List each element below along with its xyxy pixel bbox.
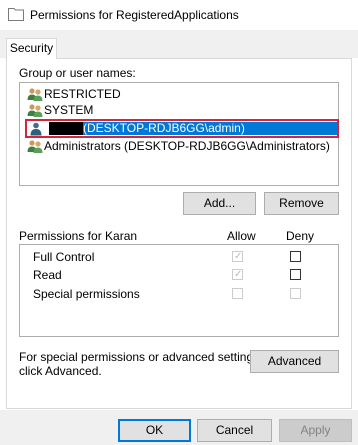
check-icon: ✓ xyxy=(234,251,243,262)
deny-checkbox-read[interactable] xyxy=(290,269,301,280)
user-name: (DESKTOP-RDJB6GG\admin) xyxy=(83,121,245,135)
user-list[interactable]: RESTRICTED SYSTEM (DESKTOP-RDJB6GG\admin… xyxy=(19,82,339,186)
redacted-name xyxy=(49,122,83,135)
deny-checkbox-full-control[interactable] xyxy=(290,251,301,262)
advanced-note-line2: click Advanced. xyxy=(19,364,102,378)
window-title: Permissions for RegisteredApplications xyxy=(30,8,239,22)
tab-security[interactable]: Security xyxy=(6,38,57,59)
advanced-note-line1: For special permissions or advanced sett… xyxy=(19,350,263,364)
allow-checkbox-full-control: ✓ xyxy=(232,251,243,262)
remove-button[interactable]: Remove xyxy=(264,192,339,215)
cancel-button[interactable]: Cancel xyxy=(197,419,272,442)
list-item-admin-selected[interactable]: (DESKTOP-RDJB6GG\admin) xyxy=(25,119,339,138)
folder-icon xyxy=(8,8,24,21)
allow-checkbox-read: ✓ xyxy=(232,269,243,280)
users-icon xyxy=(27,88,43,101)
user-name: Administrators (DESKTOP-RDJB6GG\Administ… xyxy=(44,139,330,153)
check-icon: ✓ xyxy=(234,269,243,280)
permissions-title: Permissions for Karan xyxy=(19,229,138,243)
title-bar: Permissions for RegisteredApplications xyxy=(0,0,358,30)
deny-header: Deny xyxy=(286,229,315,243)
apply-button: Apply xyxy=(279,419,352,442)
allow-checkbox-special xyxy=(232,288,243,299)
users-icon xyxy=(27,140,43,153)
user-icon xyxy=(30,122,42,136)
perm-name: Special permissions xyxy=(33,287,140,301)
users-icon xyxy=(27,104,43,117)
deny-checkbox-special xyxy=(290,288,301,299)
permissions-list: Full Control ✓ Read ✓ Special permission… xyxy=(19,244,339,337)
advanced-button[interactable]: Advanced xyxy=(250,350,339,373)
ok-button[interactable]: OK xyxy=(118,419,191,442)
group-list-label: Group or user names: xyxy=(19,66,136,80)
user-name: RESTRICTED xyxy=(44,87,121,101)
add-button[interactable]: Add... xyxy=(183,192,256,215)
allow-header: Allow xyxy=(227,229,256,243)
user-name: SYSTEM xyxy=(44,103,94,117)
perm-name: Read xyxy=(33,268,62,282)
perm-name: Full Control xyxy=(33,250,95,264)
